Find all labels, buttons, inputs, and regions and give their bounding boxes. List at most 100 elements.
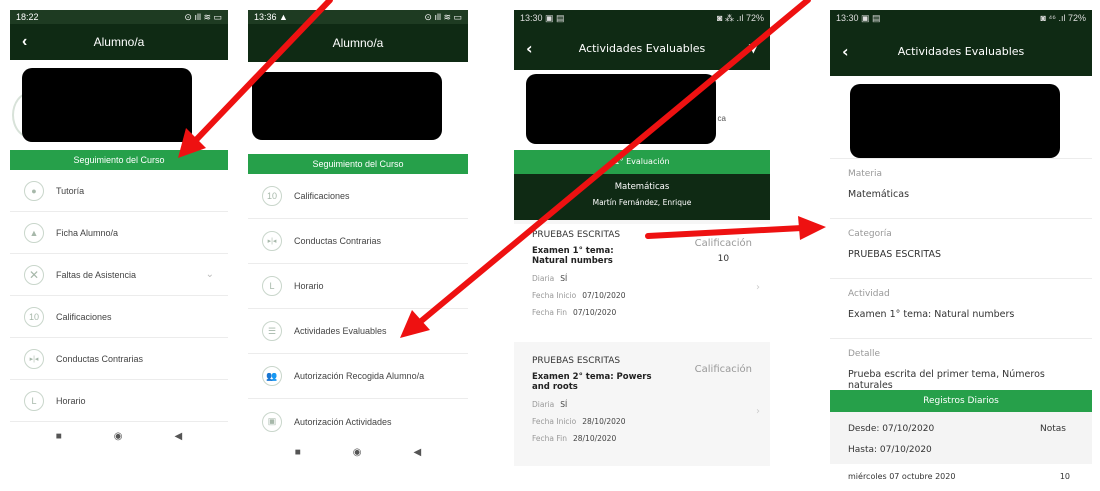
redacted-block: [526, 74, 716, 144]
home-icon[interactable]: ◉: [114, 431, 123, 442]
field-detalle: Detalle Prueba escrita del primer tema, …: [830, 339, 1092, 395]
menu-item-autorizacion-recogida[interactable]: 👥 Autorización Recogida Alumno/a: [248, 354, 468, 399]
status-time: 18:22: [16, 12, 39, 22]
menu-item-label: Calificaciones: [294, 191, 350, 201]
ten-icon: 10: [262, 186, 282, 206]
menu-item-label: Faltas de Asistencia: [56, 269, 137, 280]
menu-item-label: Conductas Contrarias: [294, 236, 382, 246]
card-activity-name: Examen 1° tema: Natural numbers: [532, 246, 614, 267]
menu-item-label: Actividades Evaluables: [294, 326, 387, 336]
field-value: PRUEBAS ESCRITAS: [848, 249, 942, 260]
field-materia: Materia Matemáticas: [830, 159, 1092, 219]
redacted-block: [850, 84, 1060, 158]
menu-item-label: Tutoría: [56, 185, 85, 196]
menu-item-label: Conductas Contrarias: [56, 353, 144, 364]
notas-label: Notas: [1040, 424, 1066, 434]
subject-header: Matemáticas Martín Fernández, Enrique: [514, 174, 770, 220]
card-diaria: Diaria SÍ: [532, 274, 752, 283]
back-nav-icon[interactable]: ◀: [414, 447, 422, 458]
field-value: Matemáticas: [848, 189, 910, 200]
ten-icon: 10: [24, 306, 44, 327]
phone-screen-3: 13:30 ▣ ▤ ◙ ⁂ .ıl 72% ‹ Actividades Eval…: [514, 10, 770, 466]
status-icons: ⊙ ıll ≋ ▭: [424, 11, 462, 22]
redacted-block: [22, 68, 192, 142]
teacher-name: Martín Fernández, Enrique: [592, 198, 692, 207]
person-icon: ●: [24, 180, 44, 201]
screen-title: Alumno/a: [332, 36, 384, 50]
app-bar: ‹ Actividades Evaluables ▼: [514, 26, 770, 70]
card-activity-name: Examen 2° tema: Powers and roots: [532, 372, 652, 393]
app-bar: ‹ Actividades Evaluables: [830, 26, 1092, 76]
registros-header: Registros Diarios: [830, 390, 1092, 412]
status-icons: ◙ ⁂ .ıl 72%: [717, 12, 764, 23]
recent-apps-icon[interactable]: ■: [56, 431, 62, 442]
card-fecha-fin: Fecha Fin 28/10/2020: [532, 434, 752, 443]
menu-item-horario[interactable]: L Horario: [10, 380, 228, 422]
status-icons: ◙ ⁴⁶ .ıl 72%: [1040, 13, 1086, 23]
clock-icon: L: [262, 276, 282, 296]
entry-value: 10: [1059, 472, 1070, 481]
fin-label: Fecha Fin: [532, 434, 567, 444]
menu-item-calificaciones[interactable]: 10 Calificaciones: [248, 174, 468, 219]
menu-item-horario[interactable]: L Horario: [248, 264, 468, 309]
activity-card[interactable]: PRUEBAS ESCRITAS Calificación 10 Examen …: [514, 224, 770, 342]
diaria-value: SÍ: [560, 274, 568, 284]
fin-label: Fecha Fin: [532, 308, 567, 318]
menu-item-tutoria[interactable]: ● Tutoría: [10, 170, 228, 212]
diaria-label: Diaria: [532, 274, 555, 284]
evaluation-bar[interactable]: 1° Evaluación: [514, 150, 770, 174]
recent-apps-icon[interactable]: ■: [295, 447, 301, 458]
inicio-value: 28/10/2020: [582, 417, 626, 427]
inicio-value: 07/10/2020: [582, 291, 626, 301]
menu-list: 10 Calificaciones ▸|◂ Conductas Contrari…: [248, 174, 468, 444]
status-time: 13:36 ▲: [254, 12, 288, 22]
home-icon[interactable]: ◉: [353, 447, 362, 458]
partial-text: ca: [717, 114, 726, 123]
app-bar: ‹ Alumno/a: [10, 24, 228, 60]
menu-item-faltas[interactable]: ✕ Faltas de Asistencia ⌄: [10, 254, 228, 296]
desde-date: Desde: 07/10/2020: [848, 424, 935, 434]
menu-item-label: Calificaciones: [56, 311, 112, 322]
menu-item-label: Ficha Alumno/a: [56, 227, 119, 238]
card-fecha-fin: Fecha Fin 07/10/2020: [532, 308, 752, 317]
menu-item-label: Autorización Recogida Alumno/a: [294, 371, 425, 381]
card-calificacion: Calificación 10: [695, 238, 752, 264]
chevron-down-icon[interactable]: ⌄: [206, 269, 214, 280]
menu-item-autorizacion-actividades[interactable]: ▣ Autorización Actividades: [248, 399, 468, 444]
status-bar: 13:30 ▣ ▤ ◙ ⁂ .ıl 72%: [514, 10, 770, 26]
diaria-value: SÍ: [560, 400, 568, 410]
back-nav-icon[interactable]: ◀: [175, 431, 183, 442]
card-fecha-inicio: Fecha Inicio 28/10/2020: [532, 417, 752, 426]
status-time: 13:30 ▣ ▤: [520, 12, 565, 23]
activity-card[interactable]: PRUEBAS ESCRITAS Calificación Examen 2° …: [514, 350, 770, 466]
chevron-right-icon[interactable]: ›: [756, 406, 760, 417]
card-calificacion: Calificación: [695, 364, 752, 375]
screen-title: Alumno/a: [93, 35, 145, 49]
filter-icon[interactable]: ▼: [749, 41, 758, 55]
registros-range: Desde: 07/10/2020 Hasta: 07/10/2020 Nota…: [830, 412, 1092, 464]
arrowhead: [798, 216, 826, 240]
calificacion-value: 10: [717, 254, 730, 264]
card-fecha-inicio: Fecha Inicio 07/10/2020: [532, 291, 752, 300]
status-bar: 13:36 ▲ ⊙ ıll ≋ ▭: [248, 10, 468, 24]
menu-item-conductas[interactable]: ▸|◂ Conductas Contrarias: [10, 338, 228, 380]
menu-list: ● Tutoría ▲ Ficha Alumno/a ✕ Faltas de A…: [10, 170, 228, 422]
section-header: Seguimiento del Curso: [10, 150, 228, 170]
menu-item-ficha[interactable]: ▲ Ficha Alumno/a: [10, 212, 228, 254]
graduation-cap-icon: ▲: [24, 222, 44, 243]
field-label: Categoría: [848, 229, 892, 239]
menu-item-calificaciones[interactable]: 10 Calificaciones: [10, 296, 228, 338]
field-categoria: Categoría PRUEBAS ESCRITAS: [830, 219, 1092, 279]
menu-item-conductas[interactable]: ▸|◂ Conductas Contrarias: [248, 219, 468, 264]
status-icons: ⊙ ıll ≋ ▭: [184, 11, 222, 22]
back-arrow-icon[interactable]: ‹: [842, 42, 849, 61]
menu-item-actividades[interactable]: ☰ Actividades Evaluables: [248, 309, 468, 354]
chevron-right-icon[interactable]: ›: [756, 282, 760, 293]
arrows-icon: ▸|◂: [24, 348, 44, 369]
field-value: Examen 1° tema: Natural numbers: [848, 309, 1015, 320]
fin-value: 28/10/2020: [572, 434, 617, 444]
clock-icon: L: [24, 390, 44, 411]
back-arrow-icon[interactable]: ‹: [22, 33, 27, 51]
status-bar: 13:30 ▣ ▤ ◙ ⁴⁶ .ıl 72%: [830, 10, 1092, 26]
back-arrow-icon[interactable]: ‹: [526, 39, 533, 58]
